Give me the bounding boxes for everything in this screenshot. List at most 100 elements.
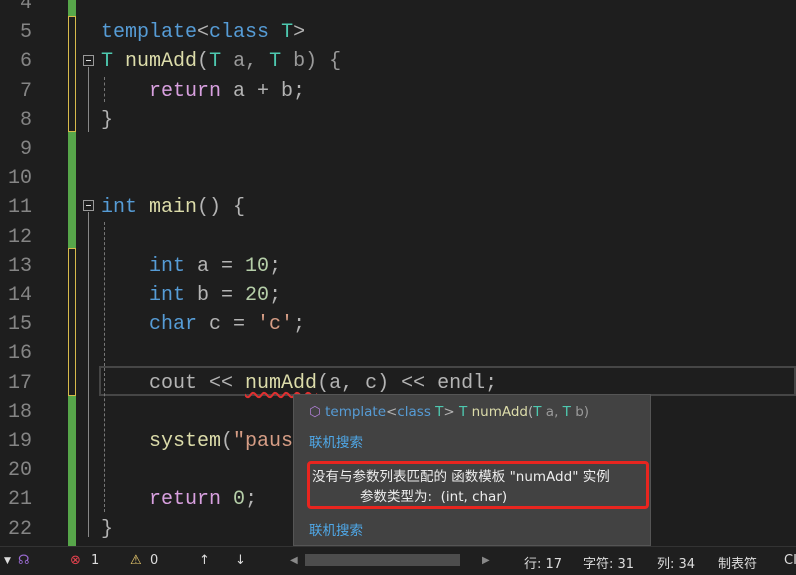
code-line[interactable]: 12: [0, 223, 796, 252]
code-line[interactable]: 11 int main() {: [0, 193, 796, 222]
code-line[interactable]: 4: [0, 0, 796, 18]
code-token: <: [197, 21, 210, 45]
code-token: return: [149, 79, 222, 103]
code-line[interactable]: 7 return a + b;: [0, 77, 796, 106]
code-token: }: [101, 108, 114, 132]
code-token: 'c': [257, 313, 294, 337]
code-token: a =: [185, 254, 246, 278]
code-token: int: [149, 254, 186, 278]
sig-type: T: [533, 404, 542, 420]
code-line[interactable]: 6T numAdd(T a, T b) {: [0, 47, 796, 76]
code-token: ;: [293, 313, 306, 337]
error-message-box: 没有与参数列表匹配的 函数模板 "numAdd" 实例 参数类型为: (int,…: [307, 461, 649, 509]
line-number: 18: [7, 400, 32, 424]
code-line[interactable]: 5 template<class T>: [0, 18, 796, 47]
line-number: 5: [19, 21, 32, 45]
online-search-link[interactable]: 联机搜索: [309, 519, 363, 539]
code-text: char c = 'c';: [101, 310, 305, 339]
copilot-icon[interactable]: ☊: [18, 553, 30, 568]
code-token: T: [209, 50, 222, 74]
code-token: b) {: [281, 50, 342, 74]
code-token: char: [149, 313, 198, 337]
line-number: 6: [19, 50, 32, 74]
code-line[interactable]: 15 char c = 'c';: [0, 310, 796, 339]
code-line[interactable]: 9: [0, 135, 796, 164]
code-line[interactable]: 14 int b = 20;: [0, 281, 796, 310]
code-token: }: [101, 517, 114, 541]
error-count[interactable]: 1: [91, 553, 99, 568]
char-number[interactable]: 字符: 31: [583, 553, 634, 572]
column-number[interactable]: 列: 34: [657, 553, 695, 572]
code-token: int: [101, 196, 138, 220]
sig-param: b): [570, 404, 590, 420]
sig-keyword: template: [325, 404, 387, 420]
code-text: return 0;: [101, 485, 257, 514]
line-ending[interactable]: CI: [784, 553, 796, 568]
code-text: int a = 10;: [101, 252, 281, 281]
line-number: 21: [7, 488, 32, 512]
sig-type: T: [459, 404, 468, 420]
code-token: 0: [233, 488, 246, 512]
line-number: 11: [7, 196, 32, 220]
indentation-mode[interactable]: 制表符: [718, 553, 757, 572]
warning-count[interactable]: 0: [150, 553, 158, 568]
line-number: 20: [7, 459, 32, 483]
dropdown-arrow-icon[interactable]: ▼: [4, 556, 11, 566]
code-token: class: [209, 21, 270, 45]
scroll-left-icon[interactable]: ◀: [290, 555, 298, 566]
code-line[interactable]: 13 int a = 10;: [0, 252, 796, 281]
code-line[interactable]: 10: [0, 164, 796, 193]
code-token: (a, c) << endl;: [317, 371, 498, 395]
scroll-right-icon[interactable]: ▶: [482, 555, 490, 566]
code-token: numAdd: [125, 50, 198, 74]
line-number: 22: [7, 517, 32, 541]
code-token: int: [149, 284, 186, 307]
code-line[interactable]: 8}: [0, 106, 796, 135]
line-number[interactable]: 行: 17: [524, 553, 562, 572]
horizontal-scrollbar[interactable]: [305, 554, 460, 566]
warning-icon[interactable]: ⚠: [130, 553, 142, 568]
code-text: template<class T>: [101, 18, 305, 47]
code-token: 20: [245, 284, 270, 307]
line-number: 15: [7, 313, 32, 337]
line-number: 13: [7, 254, 32, 278]
code-text: int main() {: [101, 193, 245, 222]
code-line[interactable]: 16: [0, 339, 796, 368]
sig-function: numAdd: [471, 404, 528, 420]
online-search-link[interactable]: 联机搜索: [309, 431, 363, 451]
previous-issue-icon[interactable]: ↑: [199, 553, 210, 568]
code-token: ;: [269, 254, 282, 278]
next-issue-icon[interactable]: ↓: [235, 553, 246, 568]
line-number: 12: [7, 225, 32, 249]
line-number: 8: [19, 108, 32, 132]
line-number: 9: [19, 138, 32, 161]
sig-param: a,: [541, 404, 563, 420]
code-token: T: [269, 50, 282, 74]
code-token: numAdd: [245, 371, 318, 395]
code-token: T: [281, 21, 294, 45]
code-token: cout: [149, 371, 198, 395]
code-token: T: [101, 50, 114, 74]
line-number: 14: [7, 284, 32, 307]
code-token: c =: [197, 313, 258, 337]
code-text: }: [101, 106, 113, 135]
code-token: (: [221, 430, 234, 453]
line-number: 17: [7, 371, 32, 395]
line-number: 19: [7, 430, 32, 453]
signature: ⬡ template<class T> T numAdd(T a, T b): [309, 404, 589, 420]
error-icon[interactable]: ⊗: [70, 553, 81, 568]
cube-icon: ⬡: [309, 404, 321, 420]
sig-punct: >: [443, 404, 455, 420]
sig-type: T: [562, 404, 571, 420]
line-number: 10: [7, 167, 32, 191]
